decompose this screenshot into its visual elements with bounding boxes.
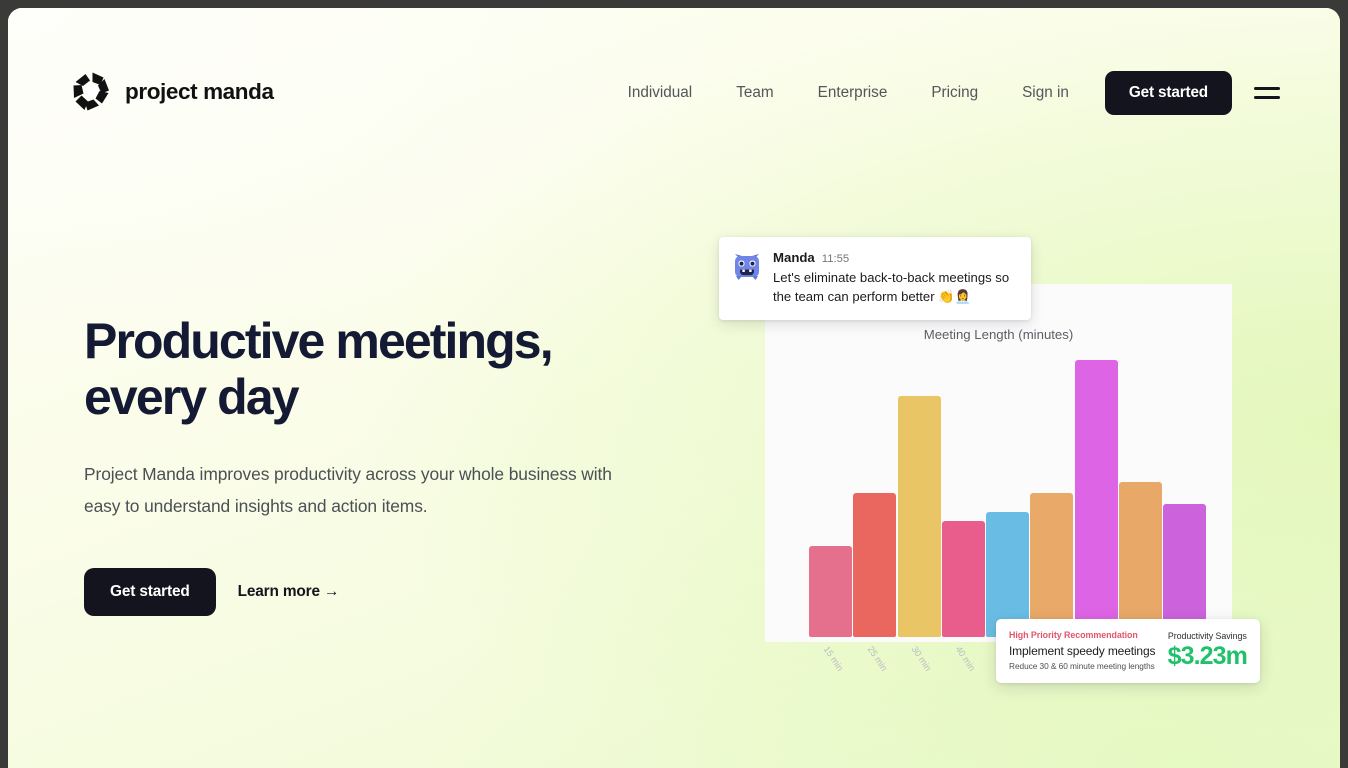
brand-logo-group[interactable]: project manda: [72, 71, 274, 113]
primary-navigation: Individual Team Enterprise Pricing Sign …: [606, 71, 1282, 115]
chart-bar-slot: 45 min: [986, 360, 1029, 673]
nav-link-pricing[interactable]: Pricing: [909, 84, 1000, 102]
chart-bar: [1163, 504, 1206, 637]
chart-bar: [941, 520, 985, 637]
chat-author-name: Manda: [773, 250, 815, 265]
chart-bar-slot: 25 min: [853, 360, 897, 673]
savings-summary: Productivity Savings $3.23m: [1167, 630, 1248, 671]
hero-section: Productive meetings, every day Project M…: [84, 313, 694, 617]
chart-bar: [853, 492, 897, 637]
learn-more-link[interactable]: Learn more →: [238, 583, 340, 601]
hamburger-menu-icon[interactable]: [1254, 81, 1282, 105]
chart-bar-slot: 40 min: [941, 360, 985, 673]
chart-title: Meeting Length (minutes): [923, 327, 1074, 342]
chart-bar: [897, 396, 941, 637]
hero-title-line-2: every day: [84, 369, 300, 425]
get-started-button-hero[interactable]: Get started: [84, 568, 216, 617]
hero-subtitle: Project Manda improves productivity acro…: [84, 464, 612, 517]
manda-pinwheel-logo-icon: [73, 72, 109, 111]
chart-bar-slot: 30 min: [897, 360, 941, 673]
site-header: project manda Individual Team Enterprise…: [8, 8, 1340, 128]
recommendation-card: High Priority Recommendation Implement s…: [996, 619, 1260, 683]
chart-bar: [809, 545, 852, 637]
chat-message-body: Manda 11:55 Let's eliminate back-to-back…: [773, 250, 1017, 306]
hero-title-line-1: Productive meetings,: [84, 313, 554, 369]
recommendation-details: High Priority Recommendation Implement s…: [1009, 630, 1158, 671]
chart-bar: [1074, 360, 1118, 637]
hamburger-line-2: [1254, 96, 1280, 99]
get-started-button-header[interactable]: Get started: [1104, 71, 1232, 115]
meeting-length-chart-panel: Meeting Length (minutes) 15 min 25 min 30 …: [765, 284, 1232, 677]
chat-notification-card: Manda 11:55 Let's eliminate back-to-back…: [719, 237, 1031, 321]
hamburger-line-1: [1254, 87, 1280, 90]
manda-monster-avatar-icon: [735, 254, 759, 280]
chat-message-text: Let's eliminate back-to-back meetings so…: [773, 270, 1010, 304]
nav-link-team[interactable]: Team: [714, 84, 795, 102]
priority-badge: High Priority Recommendation: [1009, 630, 1138, 640]
chart-bar-slot: 60 min: [1074, 360, 1118, 673]
savings-value: $3.23m: [1167, 642, 1248, 670]
brand-name: project manda: [125, 79, 274, 104]
chart-bar: [1030, 492, 1074, 637]
nav-link-sign-in[interactable]: Sign in: [1000, 84, 1091, 102]
recommendation-title: Implement speedy meetings: [1009, 644, 1156, 658]
chart-bar-slot: 90 min: [1118, 360, 1162, 673]
savings-label: Productivity Savings: [1167, 631, 1247, 641]
chart-bar-slot: 15 min: [809, 360, 852, 673]
hero-actions: Get started Learn more →: [84, 568, 694, 617]
browser-window: project manda Individual Team Enterprise…: [8, 8, 1340, 768]
chart-bar-slot: 50 min: [1030, 360, 1074, 673]
nav-link-enterprise[interactable]: Enterprise: [796, 84, 910, 102]
chart-bar: [1118, 481, 1162, 637]
chart-bar-slot: 90+ min: [1163, 360, 1206, 677]
page-title: Productive meetings, every day: [84, 313, 694, 425]
chat-timestamp: 11:55: [821, 253, 850, 265]
chat-message-meta: Manda 11:55: [773, 250, 1017, 265]
nav-link-individual[interactable]: Individual: [606, 84, 715, 102]
chart-plot-area: 15 min25 min30 min40 min45 min50 min60 m…: [809, 360, 1206, 677]
recommendation-description: Reduce 30 & 60 minute meeting lengths: [1009, 661, 1155, 671]
